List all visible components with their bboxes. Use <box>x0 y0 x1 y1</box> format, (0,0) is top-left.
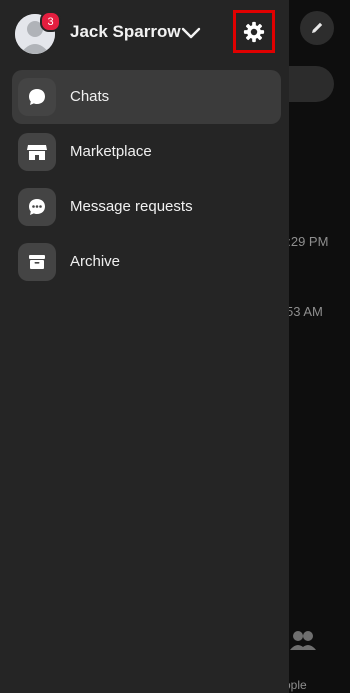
drawer-menu: Chats Marketplace Message requests Archi… <box>12 70 281 290</box>
compose-button[interactable] <box>300 11 334 45</box>
archive-box-icon <box>18 243 56 281</box>
menu-item-label: Marketplace <box>70 143 152 160</box>
chat-timestamp: 53 AM <box>286 304 323 319</box>
notification-badge: 3 <box>40 11 61 32</box>
menu-item-label: Message requests <box>70 198 193 215</box>
gear-icon <box>243 21 265 42</box>
drawer-header: 3 Jack Sparrow <box>0 0 289 64</box>
account-name[interactable]: Jack Sparrow <box>70 22 181 42</box>
pencil-icon <box>312 22 323 33</box>
menu-item-message-requests[interactable]: Message requests <box>12 180 281 234</box>
chat-bubble-icon <box>18 78 56 116</box>
menu-item-label: Archive <box>70 253 121 270</box>
settings-button[interactable] <box>233 10 275 53</box>
menu-item-marketplace[interactable]: Marketplace <box>12 125 281 179</box>
menu-item-archive[interactable]: Archive <box>12 235 281 289</box>
storefront-icon <box>18 133 56 171</box>
chevron-down-icon[interactable] <box>181 26 201 40</box>
menu-item-label: Chats <box>70 88 110 105</box>
side-drawer: 3 Jack Sparrow Chats Marketplace Message… <box>0 0 289 693</box>
message-dots-icon <box>18 188 56 226</box>
menu-item-chats[interactable]: Chats <box>12 70 281 124</box>
